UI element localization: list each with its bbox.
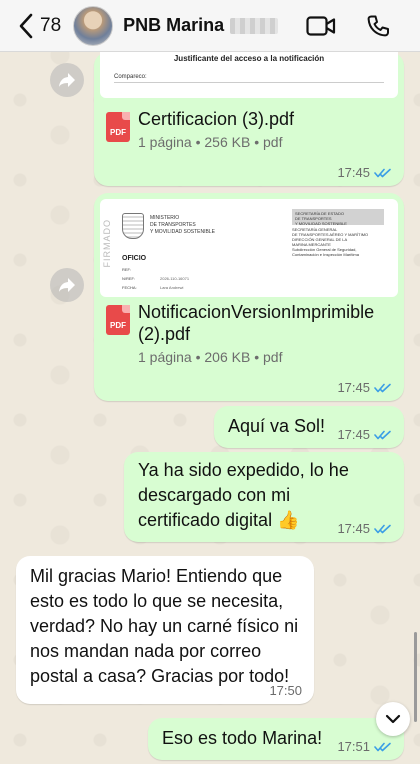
preview-stamp: FIRMADO (102, 219, 112, 268)
read-ticks-icon (374, 383, 391, 392)
time-text: 17:45 (337, 521, 370, 536)
document-message[interactable]: Justificante del acceso a la notificació… (94, 52, 404, 186)
message-time: 17:51 (337, 739, 392, 754)
preview-divider (114, 82, 384, 83)
preview-subtitle: Compareco: (114, 74, 147, 80)
pdf-icon: PDF (106, 112, 130, 142)
preview-header-box: SECRETARÍA DE ESTADO DE TRANSPORTES Y MO… (292, 209, 384, 226)
chat-header: 78 PNB Marina (0, 0, 420, 52)
forward-button[interactable] (50, 63, 84, 97)
pdf-icon: PDF (106, 305, 130, 335)
text-message[interactable]: Eso es todo Marina! 17:51 (148, 718, 404, 760)
video-call-icon[interactable] (306, 15, 336, 37)
back-button[interactable]: 78 (18, 6, 61, 46)
message-text: Eso es todo Marina! (162, 728, 323, 748)
back-chevron-icon (19, 13, 33, 38)
preview-department: SECRETARÍA GENERAL DE TRANSPORTES AÉREO … (292, 227, 369, 257)
text-message[interactable]: Ya ha sido expedido, lo he descargado co… (124, 452, 404, 542)
file-name: NotificacionVersionImprimible (2).pdf (138, 302, 375, 344)
message-time: 17:45 (337, 380, 392, 395)
time-text: 17:45 (337, 380, 370, 395)
preview-ref-labels: REF: N/REF: FECHA: (122, 267, 137, 290)
message-text: Mil gracias Mario! Entiendo que esto es … (30, 566, 299, 686)
file-meta: 1 página • 256 KB • pdf (138, 134, 283, 150)
document-preview[interactable]: Justificante del acceso a la notificació… (100, 52, 398, 98)
preview-ref-values: 2026-110-16071 Lara Andrewi (160, 276, 190, 290)
time-text: 17:45 (337, 427, 370, 442)
contact-name-text: PNB Marina (123, 15, 225, 35)
incoming-text-message[interactable]: Mil gracias Mario! Entiendo que esto es … (16, 556, 314, 704)
forward-icon (59, 73, 75, 87)
preview-ministry: MINISTERIO DE TRANSPORTES Y MOVILIDAD SO… (150, 215, 215, 235)
time-text: 17:45 (337, 165, 370, 180)
time-text: 17:51 (337, 739, 370, 754)
scroll-to-bottom-button[interactable] (376, 702, 410, 736)
message-time: 17:50 (269, 683, 302, 698)
message-time: 17:45 (337, 521, 392, 536)
unread-count: 78 (40, 14, 62, 36)
read-ticks-icon (374, 430, 391, 439)
file-name: Certificacion (3).pdf (138, 109, 295, 129)
phone-icon[interactable] (366, 14, 390, 38)
scrollbar[interactable] (414, 632, 417, 722)
message-text: Aquí va Sol! (228, 416, 326, 436)
message-text: Ya ha sido expedido, lo he descargado co… (138, 460, 349, 530)
read-ticks-icon (374, 524, 391, 533)
read-ticks-icon (374, 168, 391, 177)
redacted-name-blur (230, 18, 279, 35)
text-message[interactable]: Aquí va Sol! 17:45 (214, 406, 404, 448)
coat-of-arms-icon (122, 213, 144, 239)
message-time: 17:45 (337, 165, 392, 180)
chevron-down-icon (385, 714, 401, 724)
preview-title: Justificante del acceso a la notificació… (173, 54, 325, 63)
preview-oficio: OFICIO (122, 255, 147, 262)
document-message[interactable]: FIRMADO MINISTERIO DE TRANSPORTES Y MOVI… (94, 193, 404, 401)
message-time: 17:45 (337, 427, 392, 442)
file-meta: 1 página • 206 KB • pdf (138, 349, 283, 365)
read-ticks-icon (374, 742, 391, 751)
time-text: 17:50 (269, 683, 302, 698)
contact-name[interactable]: PNB Marina (123, 15, 279, 36)
forward-icon (59, 278, 75, 292)
document-preview[interactable]: FIRMADO MINISTERIO DE TRANSPORTES Y MOVI… (100, 199, 398, 297)
forward-button[interactable] (50, 268, 84, 302)
contact-avatar[interactable] (73, 5, 114, 46)
